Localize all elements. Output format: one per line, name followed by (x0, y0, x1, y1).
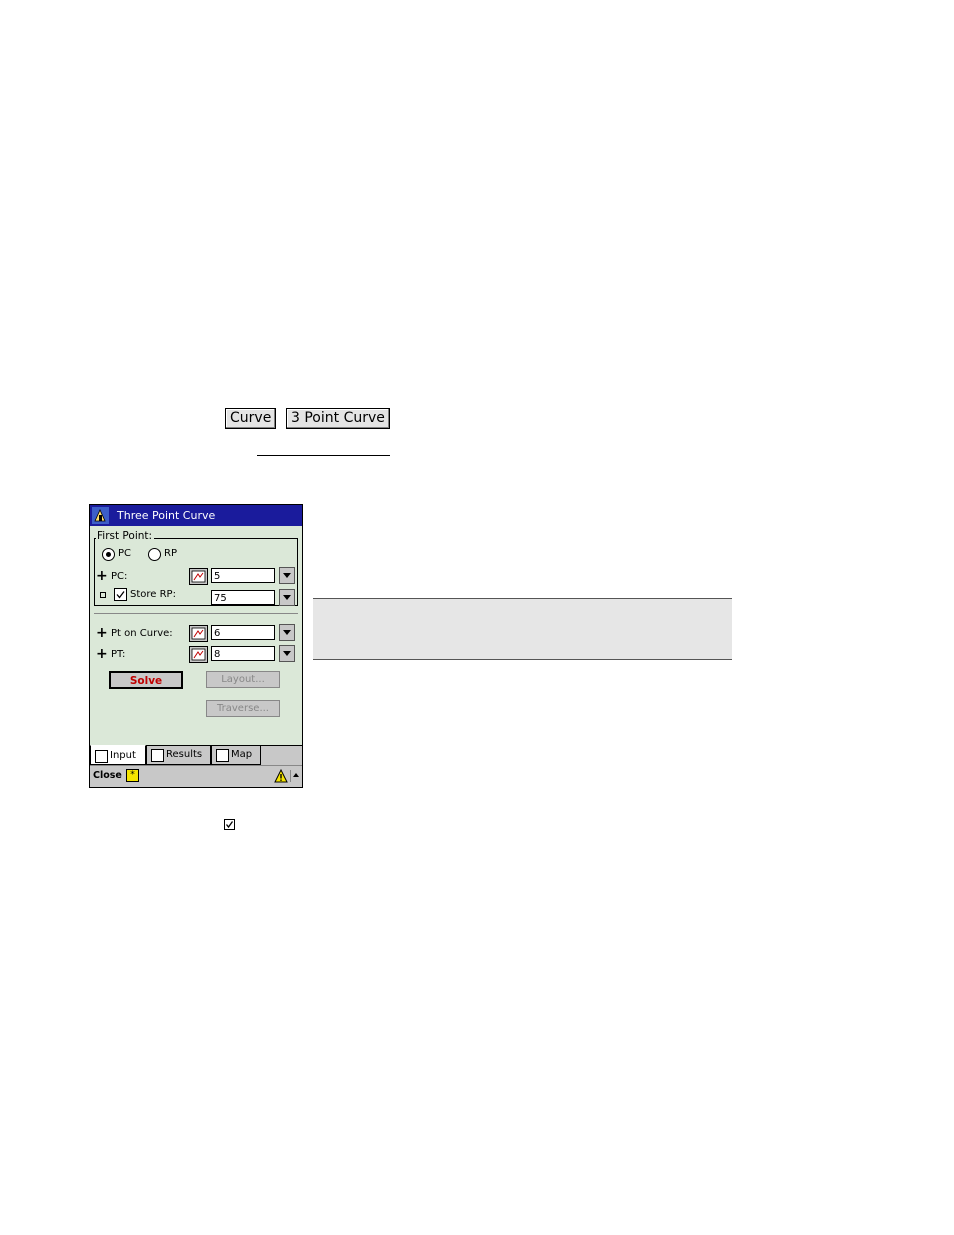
curve-button[interactable]: Curve (225, 408, 277, 429)
star-icon[interactable]: * (126, 769, 139, 782)
warning-icon[interactable] (274, 769, 288, 783)
results-tab-icon (151, 749, 164, 762)
small-square-icon (100, 592, 106, 598)
radio-pc[interactable] (102, 548, 115, 561)
pc-input[interactable]: 5 (211, 568, 275, 583)
tab-map[interactable]: Map (211, 745, 261, 765)
checkbox-checked-icon (224, 819, 235, 830)
pt-on-curve-input[interactable]: 6 (211, 625, 275, 640)
radio-rp-label: RP (164, 548, 177, 559)
traverse-button[interactable]: Traverse... (206, 700, 280, 717)
plus-icon: + (96, 646, 108, 662)
store-rp-input[interactable]: 75 (211, 590, 275, 605)
note-box (313, 598, 732, 660)
map-select-icon[interactable] (189, 646, 208, 663)
radio-pc-label: PC (118, 548, 132, 559)
pt-dropdown-button[interactable] (279, 645, 295, 662)
map-select-icon[interactable] (189, 625, 208, 642)
map-select-icon[interactable] (189, 568, 208, 585)
first-point-label: First Point: (96, 530, 155, 542)
pt-input[interactable]: 8 (211, 646, 275, 661)
store-rp-dropdown-button[interactable] (279, 589, 295, 606)
pt-label: PT: (111, 649, 126, 660)
tab-results-label: Results (166, 749, 203, 760)
tab-input-label: Input (110, 750, 136, 761)
store-rp-label: Store RP: (130, 589, 176, 600)
tab-bar: Input Results Map (90, 745, 302, 766)
command-bar: Close * (90, 765, 302, 787)
tab-input[interactable]: Input (90, 745, 146, 765)
app-icon (92, 507, 109, 524)
layout-button[interactable]: Layout... (206, 671, 280, 688)
map-tab-icon (216, 749, 229, 762)
underline-divider (257, 455, 390, 456)
close-button[interactable]: Close (93, 770, 122, 781)
store-rp-checkbox[interactable] (114, 588, 127, 601)
plus-icon: + (96, 568, 108, 584)
tab-map-label: Map (231, 749, 253, 760)
pc-label: PC: (111, 571, 128, 582)
pt-on-curve-label: Pt on Curve: (111, 628, 173, 639)
separator (94, 613, 298, 614)
plus-icon: + (96, 625, 108, 641)
pt-on-curve-dropdown-button[interactable] (279, 624, 295, 641)
input-tab-icon (95, 750, 108, 763)
radio-rp[interactable] (148, 548, 161, 561)
solve-button[interactable]: Solve (109, 671, 183, 689)
three-point-curve-window: Three Point Curve First Point: PC RP + P… (89, 504, 303, 788)
input-panel: First Point: PC RP + PC: 5 Store RP: 75 … (90, 526, 302, 745)
scroll-up-icon[interactable] (290, 770, 302, 782)
pc-dropdown-button[interactable] (279, 567, 295, 584)
title-bar: Three Point Curve (90, 505, 302, 526)
window-title: Three Point Curve (117, 509, 216, 522)
three-point-curve-button[interactable]: 3 Point Curve (286, 408, 390, 429)
tab-results[interactable]: Results (146, 745, 211, 765)
